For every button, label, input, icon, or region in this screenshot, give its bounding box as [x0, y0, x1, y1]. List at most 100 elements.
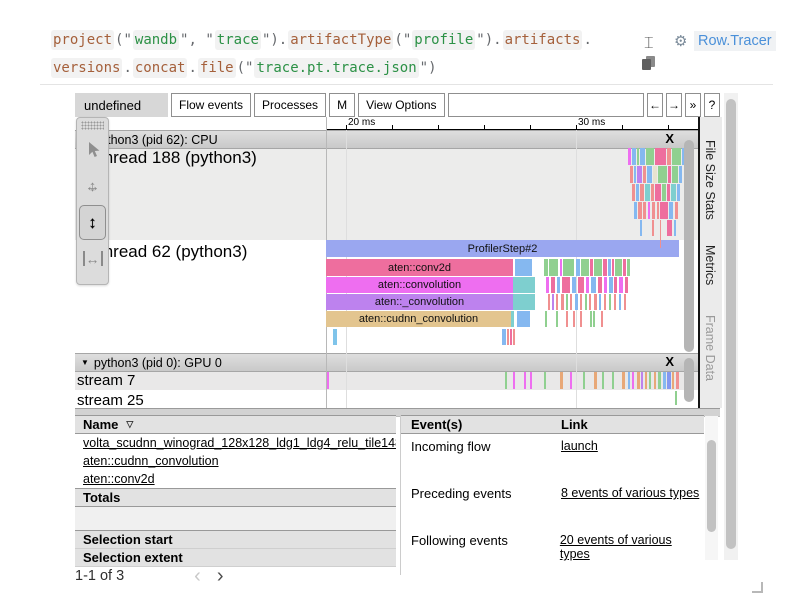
trace-event-fragment[interactable] [675, 202, 678, 219]
timing-tool-icon[interactable]: ↔ [77, 240, 108, 277]
trace-event-fragment[interactable] [585, 294, 587, 310]
toolbar-button-m[interactable]: M [329, 93, 355, 117]
trace-event-fragment[interactable] [654, 372, 656, 389]
trace-event-fragment[interactable] [624, 294, 626, 310]
slice-name-link[interactable]: aten::cudnn_convolution [83, 454, 219, 468]
trace-event-fragment[interactable] [562, 277, 570, 293]
slice-name-link[interactable]: aten::conv2d [83, 472, 155, 486]
trace-event-fragment[interactable] [679, 166, 682, 183]
trace-span[interactable]: aten::cudnn_convolution [326, 311, 511, 327]
trace-event-fragment[interactable] [513, 329, 515, 345]
trace-event-fragment[interactable] [583, 372, 585, 389]
trace-event-fragment[interactable] [649, 372, 651, 389]
trace-event-fragment[interactable] [556, 294, 558, 310]
trace-event-fragment[interactable] [594, 372, 597, 389]
trace-event-fragment[interactable] [566, 294, 568, 310]
trace-event-fragment[interactable] [591, 277, 596, 293]
trace-event-fragment[interactable] [652, 220, 654, 236]
trace-event-fragment[interactable] [608, 259, 611, 276]
trace-event-fragment[interactable] [614, 294, 616, 310]
trace-event-fragment[interactable] [590, 259, 593, 276]
trace-event-fragment[interactable] [663, 372, 666, 389]
trace-event-fragment[interactable] [632, 148, 636, 165]
trace-event-fragment[interactable] [641, 372, 643, 389]
tab-file-size-stats[interactable]: File Size Stats [703, 140, 717, 220]
trace-event-fragment[interactable] [551, 277, 555, 293]
trace-event-fragment[interactable] [566, 311, 568, 327]
trace-event-fragment[interactable] [563, 259, 574, 276]
toolbar-button-flow-events[interactable]: Flow events [171, 93, 251, 117]
trace-event-fragment[interactable] [327, 372, 329, 389]
trace-event-fragment[interactable] [619, 277, 623, 293]
trace-event-fragment[interactable] [599, 294, 601, 310]
text-cursor-icon[interactable]: ⌶ [644, 33, 654, 53]
trace-event-fragment[interactable] [505, 372, 507, 389]
gear-icon[interactable]: ⚙ [674, 32, 687, 50]
trace-event-fragment[interactable] [645, 184, 650, 201]
selection-tool-icon[interactable] [77, 131, 108, 168]
panel-resize-grip[interactable] [752, 582, 763, 593]
panel-type-label[interactable]: Row.Tracer [694, 31, 776, 51]
trace-event-fragment[interactable] [510, 329, 512, 345]
trace-event-fragment[interactable] [637, 148, 639, 165]
trace-event-fragment[interactable] [511, 311, 514, 327]
trace-event-fragment[interactable] [615, 259, 622, 276]
toolbar-nav-button[interactable]: ← [647, 93, 663, 117]
toolbar-button-processes[interactable]: Processes [254, 93, 326, 117]
trace-event-fragment[interactable] [609, 277, 613, 293]
trace-span[interactable]: aten::_convolution [326, 294, 513, 310]
trace-span[interactable]: ProfilerStep#2 [326, 240, 679, 257]
trace-event-fragment[interactable] [669, 202, 673, 219]
trace-event-fragment[interactable] [682, 148, 684, 165]
toolbar-nav-button[interactable]: ? [704, 93, 720, 117]
trace-event-fragment[interactable] [632, 372, 634, 389]
toolbar-nav-button[interactable]: → [666, 93, 682, 117]
trace-event-fragment[interactable] [637, 166, 642, 183]
trace-event-fragment[interactable] [578, 277, 584, 293]
trace-event-fragment[interactable] [594, 294, 597, 310]
trace-event-fragment[interactable] [674, 220, 676, 236]
trace-event-fragment[interactable] [590, 311, 592, 327]
trace-event-fragment[interactable] [643, 166, 646, 183]
trace-event-fragment[interactable] [573, 311, 575, 327]
trace-event-fragment[interactable] [524, 372, 526, 389]
trace-event-fragment[interactable] [628, 372, 630, 389]
close-track-button[interactable]: X [665, 131, 674, 146]
trace-event-fragment[interactable] [645, 372, 647, 389]
trace-event-fragment[interactable] [507, 329, 509, 345]
trace-event-fragment[interactable] [646, 148, 654, 165]
trace-event-fragment[interactable] [625, 277, 628, 293]
slice-name-link[interactable]: volta_scudnn_winograd_128x128_ldg1_ldg4_… [83, 436, 396, 450]
trace-event-fragment[interactable] [581, 259, 589, 276]
trace-span[interactable]: aten::convolution [326, 277, 513, 293]
trace-event-fragment[interactable] [604, 277, 607, 293]
trace-event-fragment[interactable] [560, 259, 562, 276]
event-link[interactable]: launch [561, 439, 598, 453]
trace-event-fragment[interactable] [603, 259, 607, 276]
trace-event-fragment[interactable] [576, 259, 580, 276]
trace-event-fragment[interactable] [640, 220, 642, 236]
trace-event-fragment[interactable] [513, 277, 535, 293]
process-header-cpu[interactable]: ▼ python3 (pid 62): CPU X [75, 130, 698, 149]
pan-tool-icon[interactable]: ↔↕ [77, 168, 108, 205]
trace-event-fragment[interactable] [640, 184, 644, 201]
trace-event-fragment[interactable] [530, 372, 532, 389]
trace-event-fragment[interactable] [667, 148, 671, 165]
trace-event-fragment[interactable] [677, 184, 680, 201]
trace-event-fragment[interactable] [333, 329, 337, 345]
trace-event-fragment[interactable] [604, 294, 606, 310]
trace-event-fragment[interactable] [570, 372, 572, 389]
toolbar-button-view-options[interactable]: View Options [358, 93, 444, 117]
palette-drag-handle[interactable] [81, 121, 104, 130]
close-track-button[interactable]: X [665, 354, 674, 369]
trace-event-fragment[interactable] [667, 184, 670, 201]
trace-event-fragment[interactable] [546, 277, 549, 293]
trace-event-fragment[interactable] [660, 236, 661, 248]
query-editor[interactable]: project("wandb", "trace").artifactType("… [50, 26, 592, 82]
trace-event-fragment[interactable] [586, 277, 589, 293]
trace-event-fragment[interactable] [638, 202, 642, 219]
name-column-header[interactable]: Name ▽ [75, 415, 396, 434]
trace-event-fragment[interactable] [580, 311, 582, 327]
trace-event-fragment[interactable] [643, 202, 646, 219]
trace-event-fragment[interactable] [628, 148, 631, 165]
